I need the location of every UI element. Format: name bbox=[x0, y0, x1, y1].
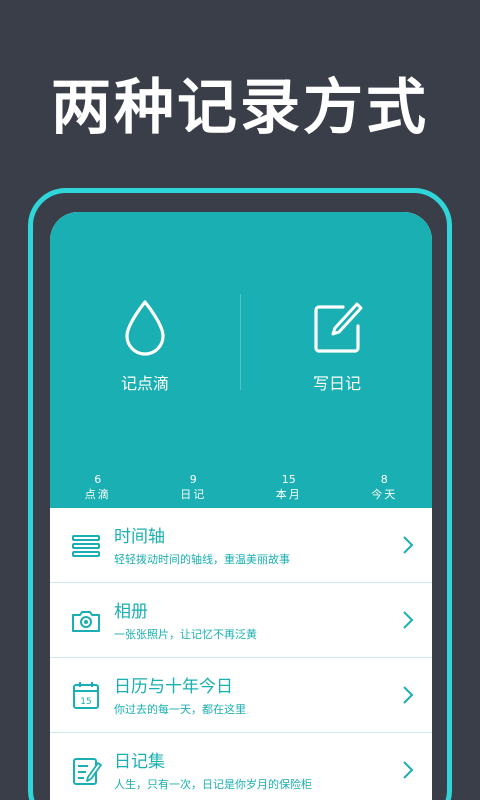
write-diary-label: 写日记 bbox=[312, 374, 361, 393]
chevron-right-icon bbox=[403, 536, 414, 554]
stat-label: 点滴 bbox=[84, 488, 111, 501]
item-title: 日记集 bbox=[114, 752, 165, 772]
edit-note-icon bbox=[314, 302, 363, 353]
chevron-right-icon bbox=[403, 686, 414, 704]
diary-icon bbox=[73, 758, 102, 785]
item-title: 相册 bbox=[114, 602, 148, 622]
headline: 两种记录方式 bbox=[51, 73, 429, 143]
drop-icon bbox=[125, 300, 165, 356]
stat-this-month[interactable]: 15 本月 bbox=[241, 472, 337, 506]
svg-text:15: 15 bbox=[80, 697, 91, 707]
feature-list: 时间轴 轻轻拨动时间的轴线，重温美丽故事 相册 一张张照片，让记忆不再泛黄 15… bbox=[50, 508, 432, 800]
stat-label: 今天 bbox=[371, 488, 398, 501]
item-subtitle: 一张张照片，让记忆不再泛黄 bbox=[114, 628, 257, 641]
stat-diaries[interactable]: 9 日记 bbox=[146, 472, 242, 506]
item-subtitle: 轻轻拨动时间的轴线，重温美丽故事 bbox=[114, 553, 290, 566]
stat-value: 8 bbox=[380, 473, 388, 486]
stat-value: 9 bbox=[189, 473, 197, 486]
chevron-right-icon bbox=[403, 761, 414, 779]
stat-value: 6 bbox=[94, 473, 102, 486]
stat-label: 本月 bbox=[275, 488, 302, 501]
record-moment-button[interactable]: 记点滴 bbox=[50, 298, 240, 398]
list-item-diary-collection[interactable]: 日记集 人生，只有一次，日记是你岁月的保险柜 bbox=[50, 733, 432, 800]
stat-today[interactable]: 8 今天 bbox=[337, 472, 433, 506]
item-subtitle: 人生，只有一次，日记是你岁月的保险柜 bbox=[114, 778, 312, 791]
stat-moments[interactable]: 6 点滴 bbox=[50, 472, 146, 506]
timeline-icon bbox=[72, 535, 100, 557]
camera-icon bbox=[72, 611, 100, 632]
app-screen: 记点滴 写日记 6 点滴 9 日记 15 本月 8 今天 时间轴 轻轻拨动时间的… bbox=[50, 212, 432, 800]
calendar-icon: 15 bbox=[73, 682, 99, 709]
list-item-calendar[interactable]: 15 日历与十年今日 你过去的每一天，都在这里 bbox=[50, 658, 432, 733]
record-moment-label: 记点滴 bbox=[120, 374, 169, 393]
item-subtitle: 你过去的每一天，都在这里 bbox=[114, 703, 246, 716]
chevron-right-icon bbox=[403, 611, 414, 629]
header-panel: 记点滴 写日记 6 点滴 9 日记 15 本月 8 今天 bbox=[50, 212, 432, 508]
stat-label: 日记 bbox=[180, 488, 207, 501]
list-item-timeline[interactable]: 时间轴 轻轻拨动时间的轴线，重温美丽故事 bbox=[50, 508, 432, 583]
item-title: 时间轴 bbox=[114, 527, 165, 547]
action-divider bbox=[240, 294, 241, 390]
stat-value: 15 bbox=[281, 473, 296, 486]
stats-row: 6 点滴 9 日记 15 本月 8 今天 bbox=[50, 472, 432, 506]
item-title: 日历与十年今日 bbox=[114, 677, 233, 697]
write-diary-button[interactable]: 写日记 bbox=[242, 298, 432, 398]
list-item-album[interactable]: 相册 一张张照片，让记忆不再泛黄 bbox=[50, 583, 432, 658]
